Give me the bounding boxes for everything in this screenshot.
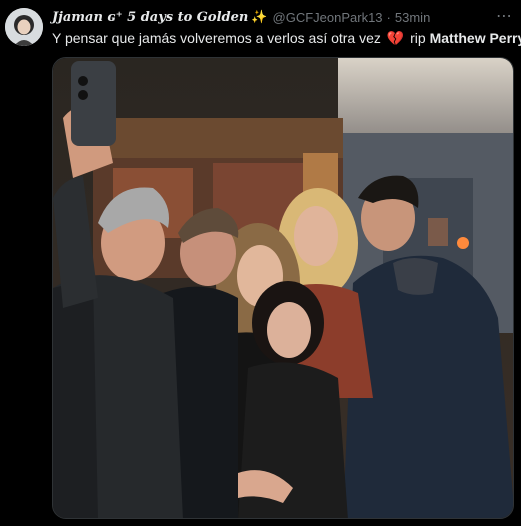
tweet-text-name: Matthew Perry — [429, 30, 521, 46]
tweet-card[interactable]: Jjaman ɢ⁺ 5 days to Golden ✨ @GCFJeonPar… — [0, 0, 521, 526]
author-display-name[interactable]: Jjaman ɢ⁺ 5 days to Golden — [52, 10, 248, 25]
sparkle-icon: ✨ — [251, 9, 268, 24]
tweet-text: Y pensar que jamás volveremos a verlos a… — [52, 30, 521, 47]
tweet-header: Jjaman ɢ⁺ 5 days to Golden ✨ @GCFJeonPar… — [52, 9, 491, 25]
author-handle[interactable]: @GCFJeonPark13 — [273, 10, 383, 25]
avatar[interactable] — [5, 8, 43, 46]
separator-dot: · — [386, 9, 391, 25]
more-options-icon[interactable]: ⋯ — [496, 6, 513, 26]
tweet-text-body: Y pensar que jamás volveremos a verlos a… — [52, 30, 381, 46]
tweet-text-rip: rip — [410, 30, 426, 46]
tweet-timestamp[interactable]: 53min — [395, 10, 430, 25]
broken-heart-icon: 💔 — [386, 30, 405, 46]
avatar-image — [5, 8, 43, 46]
tweet-photo[interactable] — [52, 57, 514, 519]
group-selfie-photo — [53, 58, 513, 518]
